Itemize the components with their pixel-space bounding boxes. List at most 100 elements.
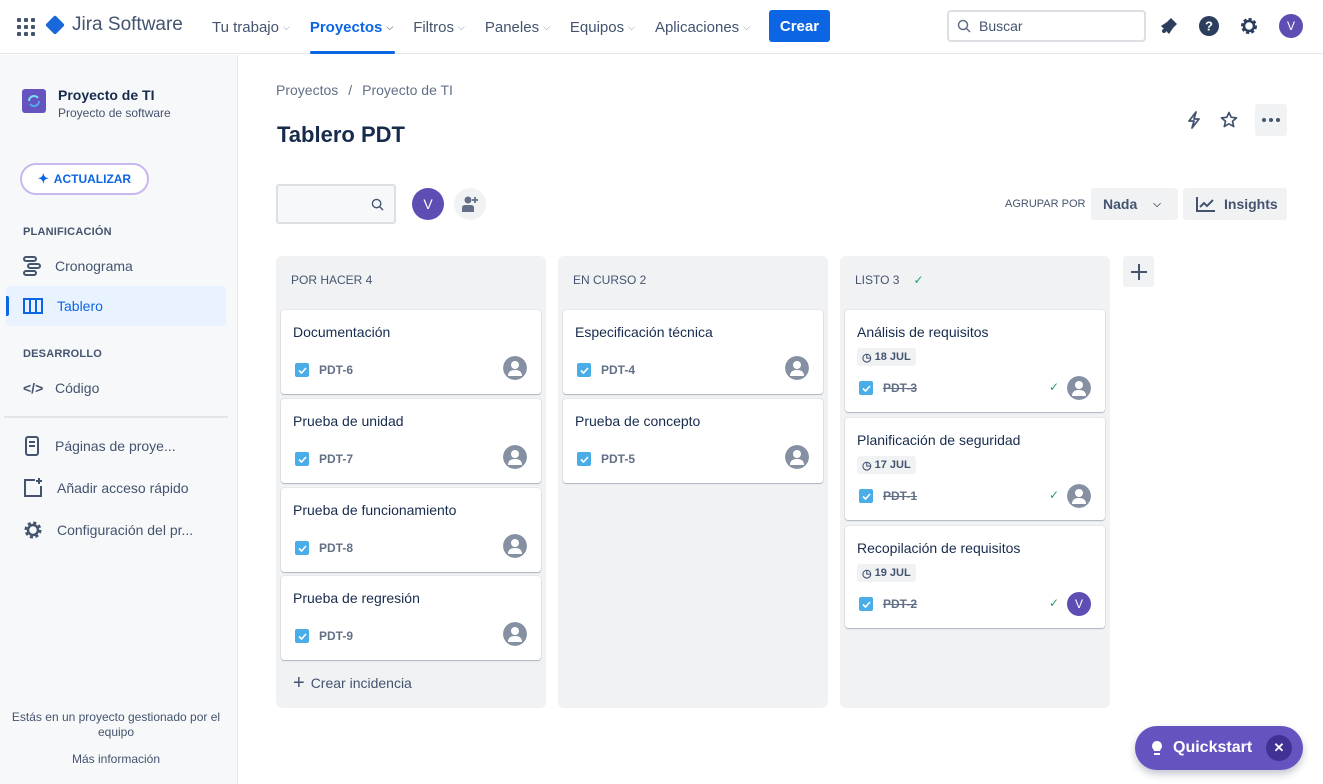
nav-label: Filtros [413, 18, 455, 36]
sidebar-item-codigo[interactable]: </> Código [6, 368, 226, 408]
add-shortcut-icon [24, 478, 42, 497]
issue-key[interactable]: PDT-5 [601, 452, 635, 466]
product-name: Jira Software [72, 14, 183, 35]
add-column-button[interactable] [1123, 256, 1154, 287]
member-avatar[interactable]: V [412, 188, 444, 220]
create-issue-button[interactable]: + Crear incidencia [293, 673, 412, 693]
breadcrumb-projects[interactable]: Proyectos [276, 82, 338, 98]
unassigned-avatar-icon[interactable] [1067, 484, 1091, 508]
board-column-por-hacer: POR HACER 4 Documentación PDT-6 Prueba d… [276, 256, 546, 708]
assignee-avatar[interactable]: V [1067, 592, 1091, 616]
due-date-badge: ◷ 17 JUL [857, 456, 916, 474]
sidebar-item-paginas[interactable]: Páginas de proye... [6, 426, 226, 466]
board-column-en-curso: EN CURSO 2 Especificación técnica PDT-4 … [558, 256, 828, 708]
unassigned-avatar-icon[interactable] [785, 356, 809, 380]
user-avatar[interactable]: V [1279, 14, 1303, 38]
nav-label: Equipos [569, 18, 625, 36]
avatar-initial: V [423, 196, 433, 212]
due-date: 17 JUL [874, 459, 911, 471]
unassigned-avatar-icon[interactable] [785, 445, 809, 469]
issue-card[interactable]: Recopilación de requisitos ◷ 19 JUL PDT-2… [845, 526, 1105, 628]
nav-tu-trabajo[interactable]: Tu trabajo ⌵ [212, 0, 300, 54]
issue-key[interactable]: PDT-7 [319, 452, 353, 466]
issue-card[interactable]: Documentación PDT-6 [281, 310, 541, 394]
sidebar-item-add-shortcut[interactable]: Añadir acceso rápido [6, 468, 226, 508]
issue-key[interactable]: PDT-2 [883, 597, 917, 611]
section-development: DESARROLLO [23, 348, 102, 360]
group-by-select[interactable]: Nada ⌵ [1091, 188, 1178, 220]
star-icon[interactable] [1213, 104, 1245, 136]
section-planning: PLANIFICACIÓN [23, 226, 112, 238]
jira-logo[interactable]: Jira Software [45, 14, 183, 36]
issue-card[interactable]: Planificación de seguridad ◷ 17 JUL PDT-1… [845, 418, 1105, 520]
issue-key[interactable]: PDT-8 [319, 541, 353, 555]
column-title: LISTO 3 [855, 273, 900, 287]
breadcrumb-project[interactable]: Proyecto de TI [362, 82, 453, 98]
chevron-down-icon: ⌵ [458, 21, 465, 32]
nav-label: Tu trabajo [212, 18, 279, 36]
issue-key[interactable]: PDT-1 [883, 489, 917, 503]
plus-icon [1130, 263, 1147, 280]
board-search-input[interactable] [276, 184, 396, 224]
top-navigation: Jira Software Tu trabajo ⌵ Proyectos ⌵ Fil… [0, 0, 1323, 54]
unassigned-avatar-icon[interactable] [1067, 376, 1091, 400]
learn-more-link[interactable]: Más información [0, 752, 232, 767]
add-people-icon[interactable] [454, 188, 486, 220]
nav-label: Aplicaciones [654, 18, 740, 36]
nav-proyectos[interactable]: Proyectos ⌵ [309, 0, 403, 54]
nav-paneles[interactable]: Paneles ⌵ [485, 0, 560, 54]
app-switcher-icon[interactable] [17, 18, 35, 36]
due-date-badge: ◷ 18 JUL [857, 348, 916, 366]
issue-card[interactable]: Prueba de unidad PDT-7 [281, 399, 541, 483]
card-title: Especificación técnica [575, 324, 713, 340]
chevron-down-icon: ⌵ [543, 21, 550, 32]
global-search-input[interactable]: Buscar [947, 10, 1146, 42]
help-icon[interactable]: ? [1198, 15, 1220, 37]
search-icon [957, 19, 971, 33]
issue-card[interactable]: Análisis de requisitos ◷ 18 JUL PDT-3 ✓ [845, 310, 1105, 412]
issue-card[interactable]: Prueba de concepto PDT-5 [563, 399, 823, 483]
card-title: Prueba de unidad [293, 413, 404, 429]
page-title: Tablero PDT [277, 122, 405, 147]
upgrade-button[interactable]: ✦ ACTUALIZAR [20, 163, 149, 195]
sidebar-item-cronograma[interactable]: Cronograma [6, 246, 226, 286]
more-actions-icon[interactable] [1255, 104, 1287, 136]
issue-card[interactable]: Prueba de funcionamiento PDT-8 [281, 488, 541, 572]
card-title: Documentación [293, 324, 391, 340]
nav-label: Proyectos [309, 18, 383, 36]
quickstart-button[interactable]: Quickstart ✕ [1135, 726, 1303, 770]
sidebar-item-configuracion[interactable]: Configuración del pr... [6, 510, 226, 550]
nav-aplicaciones[interactable]: Aplicaciones ⌵ [655, 0, 760, 54]
column-title: POR HACER 4 [291, 273, 373, 287]
nav-filtros[interactable]: Filtros ⌵ [413, 0, 475, 54]
create-issue-label: Crear incidencia [310, 675, 412, 691]
close-icon[interactable]: ✕ [1266, 735, 1292, 761]
nav-equipos[interactable]: Equipos ⌵ [570, 0, 645, 54]
sidebar-item-tablero[interactable]: Tablero [6, 286, 226, 326]
sidebar-divider [4, 416, 228, 418]
automation-icon[interactable] [1178, 104, 1210, 136]
issue-key[interactable]: PDT-3 [883, 381, 917, 395]
issue-key[interactable]: PDT-6 [319, 363, 353, 377]
lightbulb-icon [1152, 741, 1162, 755]
issue-key[interactable]: PDT-4 [601, 363, 635, 377]
issue-card[interactable]: Especificación técnica PDT-4 [563, 310, 823, 394]
unassigned-avatar-icon[interactable] [503, 356, 527, 380]
unassigned-avatar-icon[interactable] [503, 534, 527, 558]
issue-card[interactable]: Prueba de regresión PDT-9 [281, 576, 541, 660]
clock-icon: ◷ [862, 567, 872, 580]
avatar-initial: V [1074, 597, 1083, 611]
insights-button[interactable]: Insights [1183, 188, 1287, 220]
sidebar-item-label: Páginas de proye... [55, 438, 176, 454]
settings-gear-icon[interactable] [1238, 15, 1260, 37]
notifications-bell-icon[interactable] [1158, 15, 1180, 37]
unassigned-avatar-icon[interactable] [503, 445, 527, 469]
issue-key[interactable]: PDT-9 [319, 629, 353, 643]
card-title: Recopilación de requisitos [857, 540, 1021, 556]
timeline-icon [23, 256, 41, 276]
unassigned-avatar-icon[interactable] [503, 622, 527, 646]
column-title: EN CURSO 2 [573, 273, 647, 287]
create-button[interactable]: Crear [769, 10, 830, 42]
insights-label: Insights [1224, 196, 1278, 212]
project-header[interactable]: Proyecto de TI Proyecto de software [22, 87, 171, 120]
